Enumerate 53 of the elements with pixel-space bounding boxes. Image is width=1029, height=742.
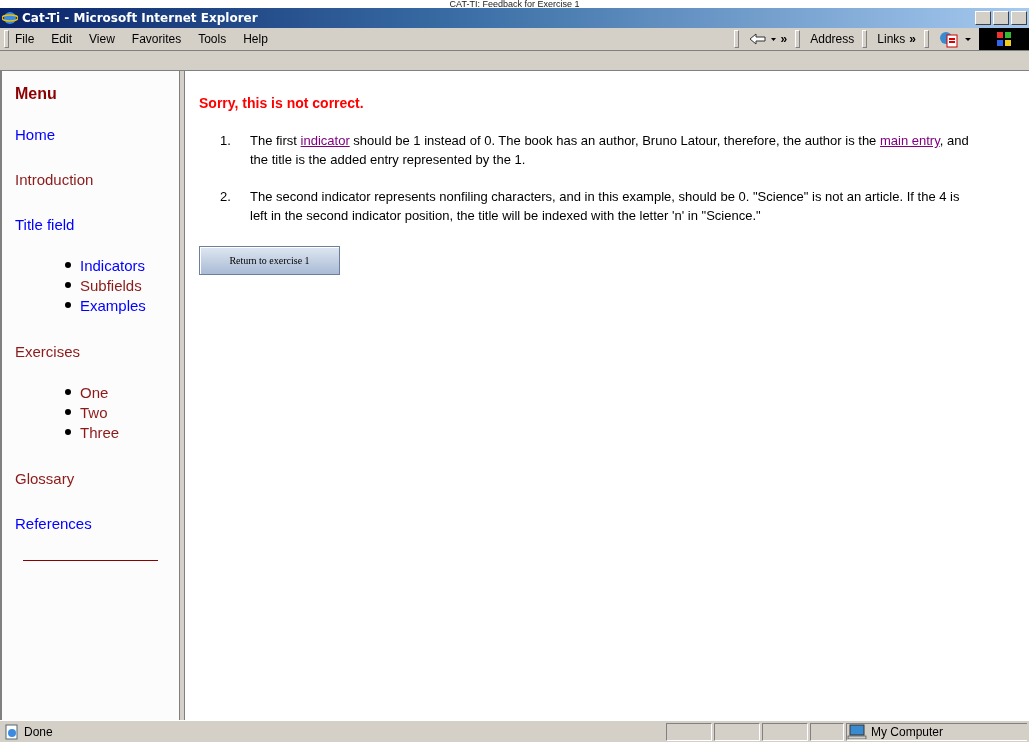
menu-item[interactable]: View	[89, 32, 115, 46]
back-arrow-icon[interactable]	[748, 33, 777, 45]
term-link[interactable]: indicator	[300, 133, 350, 148]
bullet-icon	[65, 262, 71, 268]
menu-link[interactable]: Examples	[80, 296, 146, 314]
status-pane	[762, 722, 808, 741]
feedback-paragraph: The second indicator represents nonfiling characters, and in this example, should be 0. "Science" is not an article. If the 4 is left in the second indicator position, the title will be indexed with the letter 'n' in "Science."	[250, 188, 961, 225]
window-title: Cat-Ti - Microsoft Internet Explorer	[22, 11, 258, 25]
menu-item[interactable]: File	[15, 32, 35, 46]
minimize-button[interactable]	[975, 11, 991, 25]
feedback-paragraph: The first indicator should be 1 instead of 0. The book has an author, Bruno Latour, therefore, the author is the main entry, and the title is the added entry represented by the 1.	[250, 132, 970, 169]
menu-link[interactable]: Introduction	[15, 171, 94, 188]
term-link[interactable]: main entry	[879, 133, 940, 148]
address-button[interactable]: Address	[810, 32, 855, 46]
chevron[interactable]: »	[909, 32, 916, 46]
error-heading: Sorry, this is not correct.	[199, 95, 365, 111]
menu-item[interactable]: Edit	[51, 32, 73, 46]
frame-splitter[interactable]	[180, 71, 185, 720]
page-caption: CAT-TI: Feedback for Exercise 1	[449, 0, 580, 8]
status-pane	[714, 722, 760, 741]
menu-link[interactable]: Title field	[15, 216, 75, 233]
list-number: 1.	[220, 132, 232, 150]
menu-item[interactable]: Tools	[198, 32, 227, 46]
browser-logo-icon	[2, 10, 18, 26]
windows-logo-icon	[996, 31, 1012, 47]
computer-icon	[847, 724, 867, 739]
menu-heading: Menu	[15, 85, 58, 103]
menu-link[interactable]: Two	[80, 403, 108, 421]
restore-button[interactable]	[993, 11, 1009, 25]
status-pane	[810, 722, 844, 741]
menu-link[interactable]: Subfields	[80, 276, 142, 294]
bullet-icon	[65, 389, 71, 395]
menu-link[interactable]: Glossary	[15, 470, 75, 487]
menu-link[interactable]: Three	[80, 423, 120, 441]
menu-item[interactable]: Help	[243, 32, 268, 46]
bullet-icon	[65, 302, 71, 308]
menu-link[interactable]: References	[15, 515, 92, 532]
close-button[interactable]	[1011, 11, 1027, 25]
menu-link[interactable]: Indicators	[80, 256, 146, 274]
menu-link[interactable]: Exercises	[15, 343, 81, 360]
status-pane	[666, 722, 712, 741]
menu-link[interactable]: Home	[15, 126, 55, 143]
menu-link[interactable]: One	[80, 383, 109, 401]
bullet-icon	[65, 282, 71, 288]
chevron[interactable]: »	[780, 32, 788, 46]
list-number: 2.	[220, 188, 232, 206]
status-text: Done	[24, 724, 53, 739]
zone-text: My Computer	[871, 724, 944, 739]
bullet-icon	[65, 429, 71, 435]
menu-item[interactable]: Favorites	[131, 32, 182, 46]
links-button[interactable]: Links	[877, 32, 906, 46]
bullet-icon	[65, 409, 71, 415]
return-button[interactable]: Return to exercise 1	[199, 246, 340, 275]
